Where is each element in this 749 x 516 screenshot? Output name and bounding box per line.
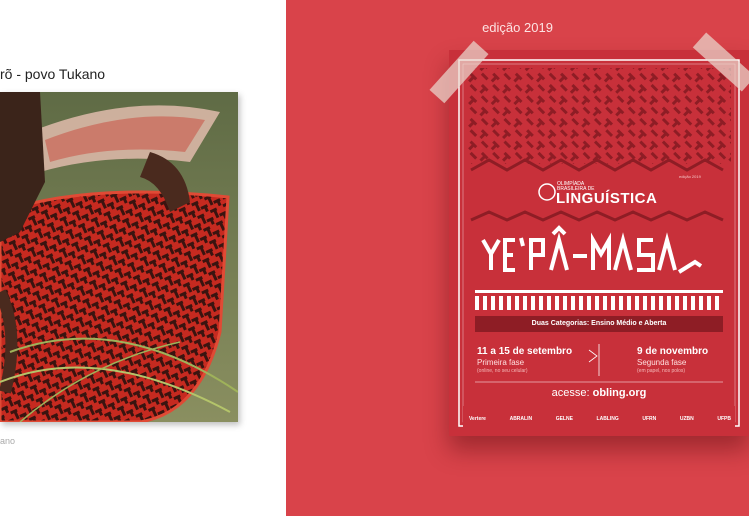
phase2-note: (em papel, nos polos) <box>637 368 686 374</box>
acesse-line: acesse: obling.org <box>449 387 749 399</box>
logo-ufrn: UFRN <box>642 416 657 422</box>
tukano-basket-photo[interactable] <box>0 92 238 422</box>
logo-labling: LABLING <box>596 416 619 422</box>
logo-ufpb: UFPB <box>717 416 731 422</box>
basket-illustration <box>0 92 238 422</box>
linguistica-wordmark: LINGUÍSTICA <box>556 190 658 207</box>
logo-uzbn: UZBN <box>679 416 694 422</box>
edition-label: edição 2019 <box>482 20 553 35</box>
logo-abralin: ABRALIN <box>509 416 533 422</box>
poster-title-lettering <box>481 225 703 274</box>
phase1-date: 11 a 15 de setembro <box>477 346 573 357</box>
phase2-label: Segunda fase <box>637 358 687 367</box>
right-panel: edição 2019 OLIMPÍADA BRASILEIRA DE LING… <box>286 0 749 516</box>
acesse-url[interactable]: obling.org <box>593 387 647 399</box>
obling-poster[interactable]: OLIMPÍADA BRASILEIRA DE LINGUÍSTICA ediç… <box>449 50 749 436</box>
categories-text: Duas Categorias: Ensino Médio e Aberta <box>531 320 667 327</box>
logo-vertere: Vertere <box>469 416 486 422</box>
photo-caption: rõ - povo Tukano <box>0 66 106 82</box>
phase2-date: 9 de novembro <box>637 346 709 357</box>
logo-gelne: GELNE <box>555 416 573 422</box>
phase1-label: Primeira fase <box>477 358 525 367</box>
sponsor-logos: Vertere ABRALIN GELNE LABLING UFRN UZBN … <box>469 408 731 430</box>
acesse-label: acesse: <box>551 387 590 399</box>
left-panel: rõ - povo Tukano ano <box>0 0 286 516</box>
poster-graphics <box>458 59 740 432</box>
phase1-note: (online, no seu celular) <box>477 368 528 374</box>
year-tag: edição 2019 <box>679 174 701 179</box>
photo-credit: ano <box>0 436 16 446</box>
